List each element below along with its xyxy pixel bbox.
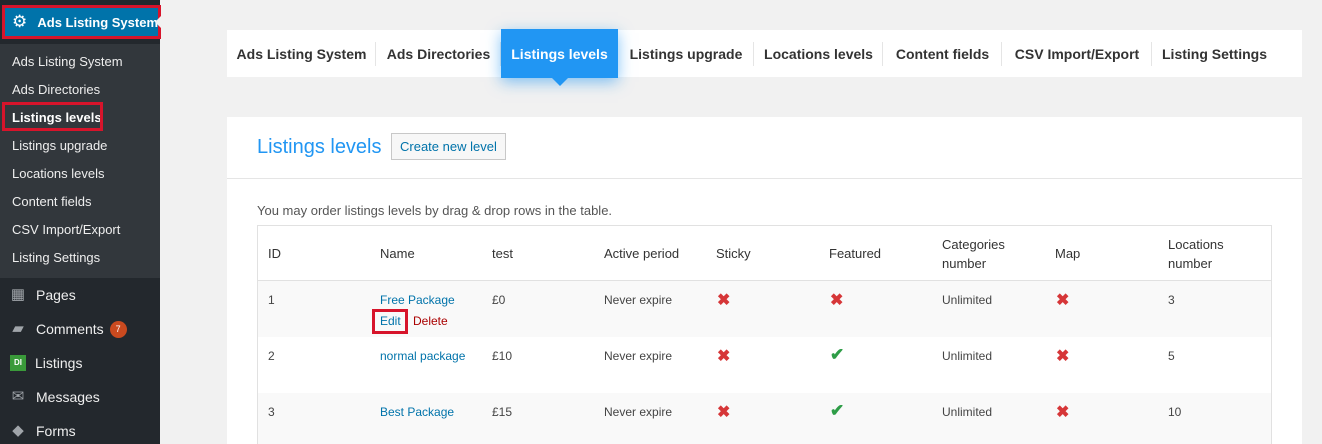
column-header-locations: Locations xyxy=(1168,237,1224,252)
column-header-id: ID xyxy=(268,246,281,261)
column-header-locations-line2: number xyxy=(1168,256,1213,271)
comments-count-badge: 7 xyxy=(109,320,127,338)
table-row[interactable]: 3 Best Package £15 Never expire ✖ ✔ Unli… xyxy=(258,393,1271,444)
cross-icon: ✖ xyxy=(1056,292,1070,309)
menu-ads-listing-system[interactable]: ⚙ Ads Listing System xyxy=(2,5,161,39)
menu-comments-label: Comments xyxy=(36,321,104,337)
column-header-categories-line2: number xyxy=(942,256,987,271)
submenu-csv-import-export[interactable]: CSV Import/Export xyxy=(12,222,120,237)
cross-icon: ✖ xyxy=(830,292,844,309)
row-id: 3 xyxy=(268,405,275,419)
column-header-sticky: Sticky xyxy=(716,246,751,261)
row-locations-number: 5 xyxy=(1168,349,1175,363)
row-test-price: £0 xyxy=(492,293,506,307)
column-header-featured: Featured xyxy=(829,246,882,261)
delete-link[interactable]: Delete xyxy=(413,314,448,328)
menu-pages-label: Pages xyxy=(36,287,76,303)
menu-comments[interactable]: ▰ Comments 7 xyxy=(0,312,160,346)
tab-listings-upgrade[interactable]: Listings upgrade xyxy=(618,30,754,77)
listings-icon: DI xyxy=(10,355,26,371)
comments-icon: ▰ xyxy=(12,320,24,337)
row-name-link[interactable]: normal package xyxy=(380,349,465,363)
tab-content-fields[interactable]: Content fields xyxy=(883,30,1002,77)
submenu-listing-settings[interactable]: Listing Settings xyxy=(12,250,100,265)
row-active-period: Never expire xyxy=(604,405,673,419)
page-title: Listings levels xyxy=(257,136,382,158)
messages-icon: ✉ xyxy=(11,388,25,405)
submenu-ads-directories[interactable]: Ads Directories xyxy=(12,82,100,97)
submenu-ads-listing-system[interactable]: Ads Listing System xyxy=(12,54,123,69)
cross-icon: ✖ xyxy=(1056,404,1070,421)
drag-drop-note: You may order listings levels by drag & … xyxy=(257,203,613,218)
ads-listing-submenu: Ads Listing System Ads Directories Listi… xyxy=(0,44,160,278)
highlight-box-listings-levels xyxy=(2,102,103,131)
menu-ads-listing-system-label: Ads Listing System xyxy=(37,14,158,30)
column-header-test: test xyxy=(492,246,513,261)
create-new-level-button[interactable]: Create new level xyxy=(391,133,506,160)
row-categories-number: Unlimited xyxy=(942,349,993,363)
column-header-active-period: Active period xyxy=(604,246,680,261)
row-locations-number: 10 xyxy=(1168,405,1182,419)
menu-forms-label: Forms xyxy=(36,423,76,439)
check-icon: ✔ xyxy=(830,345,845,364)
edit-link[interactable]: Edit xyxy=(380,314,401,328)
pages-icon: ▦ xyxy=(10,286,26,303)
tab-listing-settings[interactable]: Listing Settings xyxy=(1152,30,1277,77)
submenu-locations-levels[interactable]: Locations levels xyxy=(12,166,105,181)
menu-listings[interactable]: DI Listings xyxy=(0,346,160,380)
row-test-price: £15 xyxy=(492,405,513,419)
forms-icon: ◆ xyxy=(12,422,24,439)
listings-levels-panel: Listings levels Create new level You may… xyxy=(227,117,1302,444)
submenu-listings-upgrade[interactable]: Listings upgrade xyxy=(12,138,107,153)
column-header-map: Map xyxy=(1055,246,1081,261)
row-categories-number: Unlimited xyxy=(942,293,993,307)
cross-icon: ✖ xyxy=(717,404,731,421)
row-name-link[interactable]: Best Package xyxy=(380,405,454,419)
gear-icon: ⚙ xyxy=(12,12,28,31)
menu-listings-label: Listings xyxy=(35,355,83,371)
submenu-content-fields[interactable]: Content fields xyxy=(12,194,92,209)
row-active-period: Never expire xyxy=(604,349,673,363)
tab-ads-directories[interactable]: Ads Directories xyxy=(376,30,501,77)
tab-csv-import-export[interactable]: CSV Import/Export xyxy=(1002,30,1152,77)
row-id: 1 xyxy=(268,293,275,307)
column-header-categories: Categories xyxy=(942,237,1005,252)
row-locations-number: 3 xyxy=(1168,293,1175,307)
settings-tab-bar: Ads Listing System Ads Directories Listi… xyxy=(227,29,1302,86)
menu-forms[interactable]: ◆ Forms xyxy=(0,414,160,444)
table-row[interactable]: 1 Free Package Edit Delete £0 Never expi… xyxy=(258,281,1271,337)
tab-ads-listing-system[interactable]: Ads Listing System xyxy=(227,30,376,77)
menu-messages-label: Messages xyxy=(36,389,100,405)
row-active-period: Never expire xyxy=(604,293,673,307)
check-icon: ✔ xyxy=(830,401,845,420)
column-header-name: Name xyxy=(380,246,415,261)
cross-icon: ✖ xyxy=(1056,348,1070,365)
tab-locations-levels[interactable]: Locations levels xyxy=(754,30,883,77)
cross-icon: ✖ xyxy=(717,348,731,365)
menu-pages[interactable]: ▦ Pages xyxy=(0,278,160,312)
current-menu-arrow xyxy=(155,16,161,28)
menu-messages[interactable]: ✉ Messages xyxy=(0,380,160,414)
cross-icon: ✖ xyxy=(717,292,731,309)
row-id: 2 xyxy=(268,349,275,363)
listings-levels-table: ID Name test Active period Sticky Featur… xyxy=(257,225,1272,444)
row-categories-number: Unlimited xyxy=(942,405,993,419)
row-test-price: £10 xyxy=(492,349,513,363)
table-header: ID Name test Active period Sticky Featur… xyxy=(258,226,1271,281)
table-row[interactable]: 2 normal package £10 Never expire ✖ ✔ Un… xyxy=(258,337,1271,393)
admin-sidebar: ⚙ Ads Listing System Ads Listing System … xyxy=(0,0,161,444)
row-name-link[interactable]: Free Package xyxy=(380,293,455,307)
tab-listings-levels[interactable]: Listings levels xyxy=(501,29,618,86)
panel-header: Listings levels Create new level xyxy=(227,117,1302,179)
